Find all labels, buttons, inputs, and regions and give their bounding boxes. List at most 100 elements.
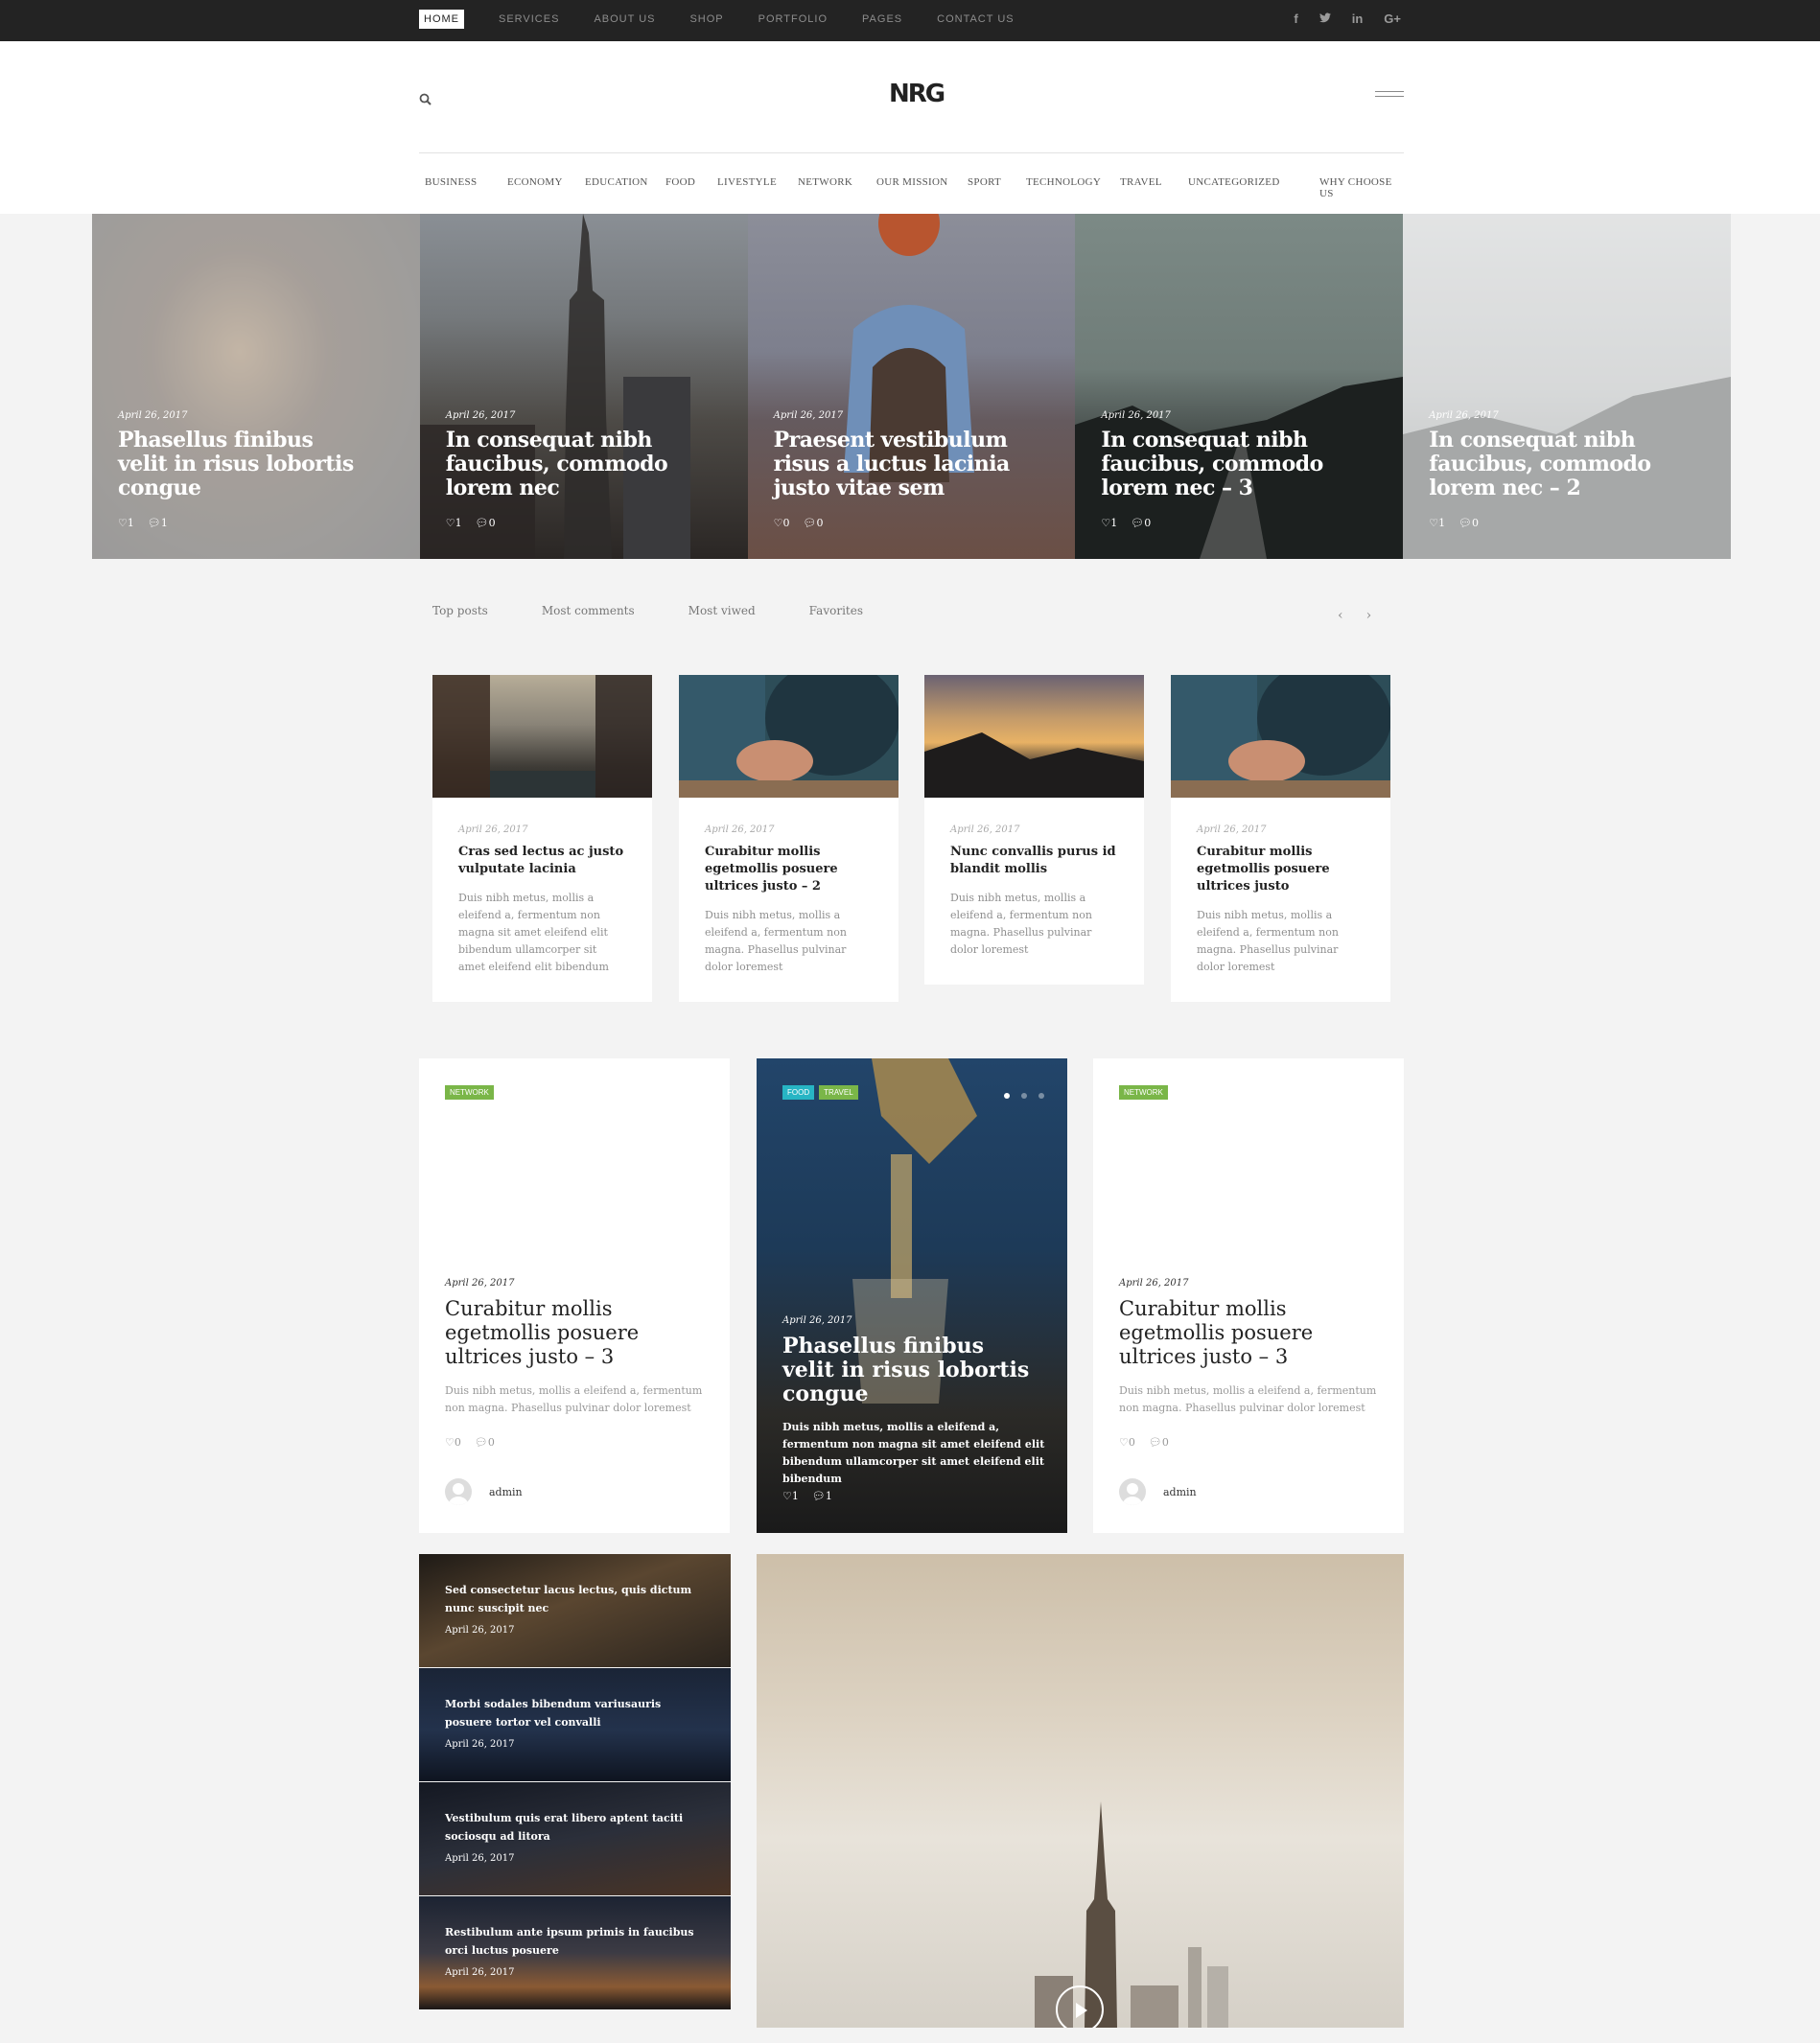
linkedin-icon[interactable]: in [1352,10,1364,29]
category-uncategorized[interactable]: UNCATEGORIZED [1188,176,1280,188]
slide-title[interactable]: In consequat nibh faucibus, commodo lore… [446,429,686,500]
author-name[interactable]: admin [1163,1486,1197,1498]
category-economy[interactable]: ECONOMY [507,176,563,188]
category-why-choose-us[interactable]: WHY CHOOSE US [1319,176,1404,199]
heart-icon[interactable]: ♡1 [1429,517,1445,529]
gallery-dots[interactable] [1004,1093,1044,1099]
card-excerpt: Duis nibh metus, mollis a eleifend a, fe… [950,892,1092,956]
comment-icon[interactable]: 💬︎1 [148,517,168,529]
category-livestyle[interactable]: LIVESTYLE [717,176,777,188]
post-title[interactable]: Curabitur mollis egetmollis posuere ultr… [445,1297,704,1369]
comment-icon[interactable]: 💬︎0 [476,517,496,529]
slide[interactable]: April 26, 2017 In consequat nibh faucibu… [1075,214,1404,559]
topnav-shop[interactable]: SHOP [689,10,723,29]
post-stats: ♡0 💬︎0 [1119,1436,1169,1449]
author-name[interactable]: admin [489,1486,523,1498]
slide-title[interactable]: In consequat nibh faucibus, commodo lore… [1101,429,1341,500]
slide-title[interactable]: Phasellus finibus velit in risus loborti… [118,429,358,500]
category-education[interactable]: EDUCATION [585,176,648,188]
heart-icon[interactable]: ♡1 [118,517,134,529]
category-our-mission[interactable]: OUR MISSION [876,176,948,188]
post-block[interactable]: NETWORK April 26, 2017 Curabitur mollis … [419,1058,730,1533]
category-network[interactable]: NETWORK [798,176,852,188]
top-navigation: HOME SERVICES ABOUT US SHOP PORTFOLIO PA… [419,10,1049,29]
card-excerpt: Duis nibh metus, mollis a eleifend a, fe… [458,892,609,973]
site-logo[interactable]: NRG [889,80,945,108]
heart-icon[interactable]: ♡0 [1119,1436,1135,1449]
slide[interactable]: April 26, 2017 In consequat nibh faucibu… [1403,214,1731,559]
category-business[interactable]: BUSINESS [425,176,477,188]
tab-favorites[interactable]: Favorites [809,604,863,617]
topnav-contact-us[interactable]: CONTACT US [937,10,1015,29]
post-title[interactable]: Phasellus finibus velit in risus loborti… [782,1335,1041,1406]
slide-title[interactable]: Praesent vestibulum risus a luctus lacin… [774,429,1014,500]
comment-icon[interactable]: 💬︎0 [1458,517,1479,529]
slide-title[interactable]: In consequat nibh faucibus, commodo lore… [1429,429,1668,500]
heart-icon[interactable]: ♡0 [445,1436,461,1449]
category-technology[interactable]: TECHNOLOGY [1026,176,1101,188]
topnav-services[interactable]: SERVICES [499,10,559,29]
category-travel[interactable]: TRAVEL [1120,176,1162,188]
post-card[interactable]: April 26, 2017 Nunc convallis purus id b… [924,675,1144,985]
search-icon[interactable] [419,91,432,109]
card-title[interactable]: Nunc convallis purus id blandit mollis [950,844,1118,878]
card-title[interactable]: Curabitur mollis egetmollis posuere ultr… [705,844,873,895]
list-item-title[interactable]: Vestibulum quis erat libero aptent tacit… [445,1809,694,1846]
topnav-portfolio[interactable]: PORTFOLIO [758,10,828,29]
slide-stats: ♡0 💬︎0 [774,517,824,529]
card-image[interactable] [924,675,1144,798]
card-image[interactable] [1171,675,1390,798]
next-arrow-icon[interactable]: › [1366,608,1372,623]
post-block[interactable]: NETWORK April 26, 2017 Curabitur mollis … [1093,1058,1404,1533]
card-title[interactable]: Cras sed lectus ac justo vulputate lacin… [458,844,626,878]
slide[interactable]: April 26, 2017 Praesent vestibulum risus… [747,214,1076,559]
post-title[interactable]: Curabitur mollis egetmollis posuere ultr… [1119,1297,1378,1369]
list-item[interactable]: Sed consectetur lacus lectus, quis dictu… [419,1554,731,1668]
comment-icon[interactable]: 💬︎0 [1149,1436,1169,1449]
menu-icon[interactable] [1375,91,1404,101]
google-plus-icon[interactable]: G+ [1384,10,1401,29]
heart-icon[interactable]: ♡0 [774,517,790,529]
slide[interactable]: April 26, 2017 In consequat nibh faucibu… [419,214,748,559]
video-block[interactable] [757,1554,1404,2028]
tab-top-posts[interactable]: Top posts [432,604,488,617]
list-item[interactable]: Morbi sodales bibendum variusauris posue… [419,1668,731,1782]
comment-icon[interactable]: 💬︎0 [803,517,823,529]
card-image[interactable] [432,675,652,798]
topnav-home[interactable]: HOME [419,10,464,29]
card-title[interactable]: Curabitur mollis egetmollis posuere ultr… [1197,844,1365,895]
tag-network[interactable]: NETWORK [1119,1085,1168,1100]
comment-icon[interactable]: 💬︎1 [812,1490,832,1502]
tab-most-viewed[interactable]: Most viwed [688,604,756,617]
post-card[interactable]: April 26, 2017 Cras sed lectus ac justo … [432,675,652,1002]
list-item-title[interactable]: Morbi sodales bibendum variusauris posue… [445,1695,694,1731]
topnav-about-us[interactable]: ABOUT US [594,10,655,29]
list-item-title[interactable]: Sed consectetur lacus lectus, quis dictu… [445,1581,694,1617]
tag-travel[interactable]: TRAVEL [819,1085,858,1100]
heart-icon[interactable]: ♡1 [1101,517,1117,529]
post-author[interactable]: admin [445,1478,523,1505]
post-card[interactable]: April 26, 2017 Curabitur mollis egetmoll… [1171,675,1390,1002]
twitter-icon[interactable] [1318,10,1331,29]
heart-icon[interactable]: ♡1 [446,517,462,529]
post-card[interactable]: April 26, 2017 Curabitur mollis egetmoll… [679,675,898,1002]
heart-icon[interactable]: ♡1 [782,1490,799,1502]
list-item[interactable]: Vestibulum quis erat libero aptent tacit… [419,1782,731,1896]
comment-icon[interactable]: 💬︎0 [1131,517,1151,529]
list-item[interactable]: Restibulum ante ipsum primis in faucibus… [419,1896,731,2010]
category-sport[interactable]: SPORT [968,176,1001,188]
card-image[interactable] [679,675,898,798]
post-block-featured[interactable]: FOOD TRAVEL April 26, 2017 Phasellus fini… [757,1058,1067,1533]
tab-most-comments[interactable]: Most comments [542,604,635,617]
play-icon[interactable] [1056,1985,1104,2028]
category-food[interactable]: FOOD [665,176,695,188]
comment-icon[interactable]: 💬︎0 [475,1436,495,1449]
slide[interactable]: April 26, 2017 Phasellus finibus velit i… [92,214,420,559]
list-item-title[interactable]: Restibulum ante ipsum primis in faucibus… [445,1923,694,1960]
topnav-pages[interactable]: PAGES [862,10,902,29]
facebook-icon[interactable]: f [1294,10,1297,29]
prev-arrow-icon[interactable]: ‹ [1338,608,1343,623]
post-author[interactable]: admin [1119,1478,1197,1505]
tag-food[interactable]: FOOD [782,1085,815,1100]
tag-network[interactable]: NETWORK [445,1085,494,1100]
